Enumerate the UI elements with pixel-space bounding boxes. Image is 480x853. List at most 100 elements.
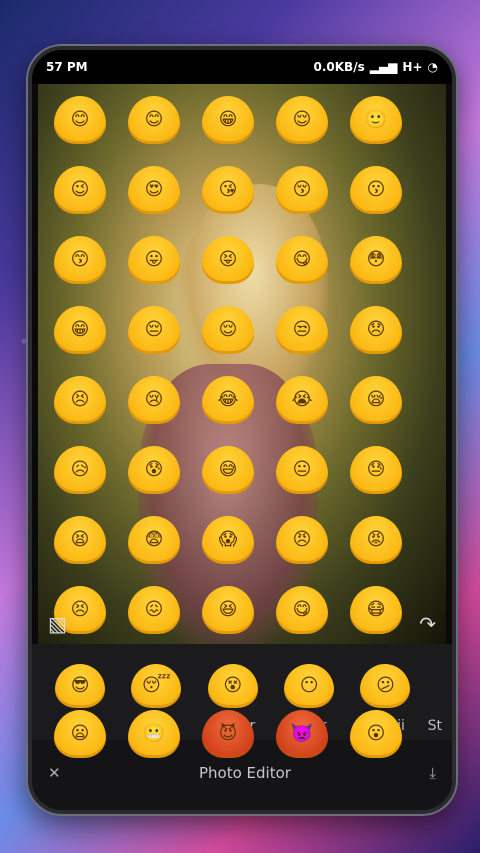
emoji-face: 😅 <box>218 459 238 480</box>
emoji-sticker[interactable]: 😈 <box>202 710 254 758</box>
emoji-face: 😥 <box>70 459 90 480</box>
emoji-face: 😱 <box>218 529 238 550</box>
download-icon[interactable]: ⤓ <box>429 764 436 782</box>
emoji-sticker[interactable]: 😢 <box>128 376 180 424</box>
tool-emoji-icon: 😵 <box>207 664 258 708</box>
emoji-face: 😌 <box>292 109 312 130</box>
emoji-sticker[interactable]: 😛 <box>128 236 180 284</box>
emoji-face: 😕 <box>376 675 395 696</box>
emoji-face: 🙂 <box>364 109 388 130</box>
emoji-sticker[interactable]: 😰 <box>128 446 180 494</box>
emoji-face: 😊 <box>144 109 164 130</box>
emoji-face: 😞 <box>366 319 386 340</box>
emoji-sticker[interactable]: 😌 <box>202 306 254 354</box>
emoji-sticker[interactable]: 😮 <box>350 710 402 758</box>
tool-emoji-icon: 😕 <box>360 664 411 708</box>
emoji-sticker-extra-row: 😦 😬 😈 👿 😮 <box>54 710 438 758</box>
status-network: 0.0KB/s <box>313 60 365 74</box>
emoji-sticker[interactable]: 😓 <box>350 446 402 494</box>
emoji-sticker[interactable]: 😨 <box>128 516 180 564</box>
emoji-sticker[interactable]: 😫 <box>54 516 106 564</box>
emoji-face: 😚 <box>292 179 312 200</box>
emoji-sticker[interactable]: 😞 <box>350 306 402 354</box>
emoji-face: 😍 <box>144 179 164 200</box>
emoji-face: 😗 <box>366 179 386 200</box>
emoji-sticker[interactable]: 😥 <box>54 446 106 494</box>
emoji-face: 😝 <box>218 249 238 270</box>
emoji-sticker-grid: 😊 😊 😁 😌 🙂 😉 😍 😘 😚 😗 😙 😛 😝 😋 😳 😁 😔 😌 😒 😞 😣 😢 😂 😭 😪 😥 😰 😅 😐 😓 😫 😨 😱 😠 😡 😣 😖 😆 😋 😷 <box>54 96 438 634</box>
emoji-sticker[interactable]: 😉 <box>54 166 106 214</box>
emoji-face: 😂 <box>217 389 239 410</box>
emoji-sticker[interactable]: 😁 <box>202 96 254 144</box>
emoji-sticker[interactable]: 😗 <box>350 166 402 214</box>
emoji-face: 😓 <box>366 459 386 480</box>
emoji-face: 😡 <box>366 529 386 550</box>
emoji-face: 😴 <box>142 675 171 696</box>
tool-emoji-icon: 😎 <box>55 664 106 708</box>
emoji-sticker[interactable]: 😳 <box>350 236 402 284</box>
emoji-face: 😨 <box>144 529 164 550</box>
emoji-sticker[interactable]: 😠 <box>276 516 328 564</box>
status-right: 0.0KB/s ▂▄▆ H+ ◔ <box>313 60 438 74</box>
emoji-face: 😋 <box>292 249 312 270</box>
emoji-face: 😔 <box>144 319 164 340</box>
status-signal: H+ <box>402 60 423 74</box>
emoji-sticker[interactable]: 😁 <box>54 306 106 354</box>
redo-icon[interactable]: ↷ <box>419 612 436 636</box>
emoji-face: 👿 <box>290 723 314 744</box>
emoji-face: 😛 <box>144 249 164 270</box>
emoji-sticker[interactable]: 😙 <box>54 236 106 284</box>
emoji-face: 😙 <box>70 249 90 270</box>
battery-icon: ◔ <box>427 60 438 74</box>
emoji-face: 😦 <box>70 723 90 744</box>
emoji-sticker[interactable]: 😌 <box>276 96 328 144</box>
emoji-face: 😊 <box>70 109 90 130</box>
emoji-sticker[interactable]: 😭 <box>276 376 328 424</box>
emoji-sticker[interactable]: 😋 <box>276 236 328 284</box>
status-time: 57 PM <box>46 60 88 74</box>
emoji-sticker[interactable]: 😝 <box>202 236 254 284</box>
emoji-sticker[interactable]: 😪 <box>350 376 402 424</box>
emoji-sticker[interactable]: 😱 <box>202 516 254 564</box>
app-title: Photo Editor <box>198 764 291 782</box>
gallery-icon[interactable]: ▧ <box>48 612 67 636</box>
emoji-sticker[interactable]: 😘 <box>202 166 254 214</box>
emoji-sticker[interactable]: 😦 <box>54 710 106 758</box>
emoji-face: 😁 <box>70 319 90 340</box>
emoji-face: 😠 <box>292 529 312 550</box>
emoji-face: 😬 <box>142 723 166 744</box>
tool-emoji-icon: 😴 <box>131 664 182 708</box>
emoji-sticker[interactable]: 😡 <box>350 516 402 564</box>
emoji-sticker[interactable]: 😂 <box>202 376 254 424</box>
emoji-face: 😶 <box>299 675 319 696</box>
status-bar: 57 PM 0.0KB/s ▂▄▆ H+ ◔ <box>32 50 452 84</box>
phone-frame: 57 PM 0.0KB/s ▂▄▆ H+ ◔ 😊 😊 😁 😌 🙂 😉 😍 😘 😚 😗 😙 😛 😝 😋 😳 😁 😔… <box>28 46 456 814</box>
emoji-sticker[interactable]: 😣 <box>54 376 106 424</box>
bottom-actions: ✕ Photo Editor ⤓ <box>32 758 452 788</box>
emoji-face: 😵 <box>223 675 243 696</box>
emoji-sticker[interactable]: 😚 <box>276 166 328 214</box>
emoji-sticker[interactable]: 😬 <box>128 710 180 758</box>
emoji-sticker[interactable]: 😍 <box>128 166 180 214</box>
emoji-face: 😣 <box>70 389 90 410</box>
emoji-face: 😭 <box>291 389 313 410</box>
emoji-sticker[interactable]: 😔 <box>128 306 180 354</box>
emoji-sticker[interactable]: 😊 <box>54 96 106 144</box>
emoji-sticker[interactable]: 😐 <box>276 446 328 494</box>
close-icon[interactable]: ✕ <box>48 764 61 782</box>
signal-icon: ▂▄▆ <box>369 60 398 74</box>
emoji-sticker[interactable]: 😒 <box>276 306 328 354</box>
emoji-face: 😒 <box>292 319 312 340</box>
emoji-face: 😉 <box>70 179 90 200</box>
emoji-face: 😁 <box>218 109 238 130</box>
emoji-face: 😌 <box>218 319 238 340</box>
tool-emoji-icon: 😶 <box>284 664 335 708</box>
emoji-sticker[interactable]: 😅 <box>202 446 254 494</box>
emoji-face: 😐 <box>292 459 312 480</box>
emoji-sticker[interactable]: 😊 <box>128 96 180 144</box>
emoji-sticker[interactable]: 👿 <box>276 710 328 758</box>
emoji-face: 😫 <box>70 529 90 550</box>
emoji-face: 😎 <box>70 675 90 696</box>
emoji-sticker[interactable]: 🙂 <box>350 96 402 144</box>
emoji-face: 😢 <box>144 389 164 410</box>
